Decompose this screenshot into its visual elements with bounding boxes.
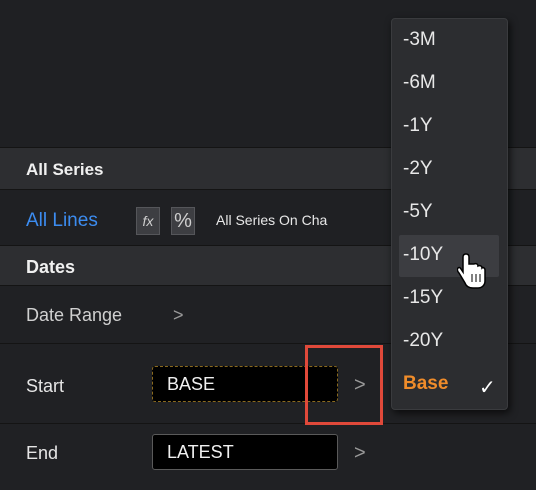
dropdown-item-6m[interactable]: -6M bbox=[403, 72, 436, 94]
hand-cursor-icon bbox=[457, 253, 486, 289]
dropdown-item-3m[interactable]: -3M bbox=[403, 29, 436, 51]
all-series-title: All Series bbox=[26, 160, 104, 179]
dropdown-item-2y[interactable]: -2Y bbox=[403, 158, 433, 180]
end-label: End bbox=[26, 443, 59, 463]
dates-title: Dates bbox=[26, 257, 76, 277]
dropdown-item-20y[interactable]: -20Y bbox=[403, 330, 443, 352]
percent-icon[interactable]: % bbox=[171, 207, 195, 235]
highlight-annotation bbox=[305, 345, 383, 425]
checkmark-icon: ✓ bbox=[479, 377, 496, 399]
date-preset-dropdown[interactable]: -3M -6M -1Y -2Y -5Y -10Y -15Y -20Y Base … bbox=[391, 18, 508, 410]
dropdown-item-base[interactable]: Base bbox=[403, 373, 448, 395]
dropdown-item-10y[interactable]: -10Y bbox=[403, 244, 443, 266]
dropdown-item-1y[interactable]: -1Y bbox=[403, 115, 433, 137]
chevron-right-icon[interactable]: > bbox=[173, 305, 184, 326]
start-label: Start bbox=[26, 376, 65, 396]
all-lines-link[interactable]: All Lines bbox=[26, 210, 98, 232]
date-range-label[interactable]: Date Range bbox=[26, 305, 122, 326]
all-series-on-chart-label[interactable]: All Series On Cha bbox=[216, 212, 327, 228]
end-row: End LATEST > bbox=[0, 423, 536, 490]
end-chevron-icon[interactable]: > bbox=[354, 442, 366, 465]
dropdown-item-5y[interactable]: -5Y bbox=[403, 201, 433, 223]
dropdown-item-15y[interactable]: -15Y bbox=[403, 287, 443, 309]
fx-icon[interactable]: fx bbox=[136, 207, 160, 235]
end-date-input[interactable]: LATEST bbox=[152, 434, 338, 470]
